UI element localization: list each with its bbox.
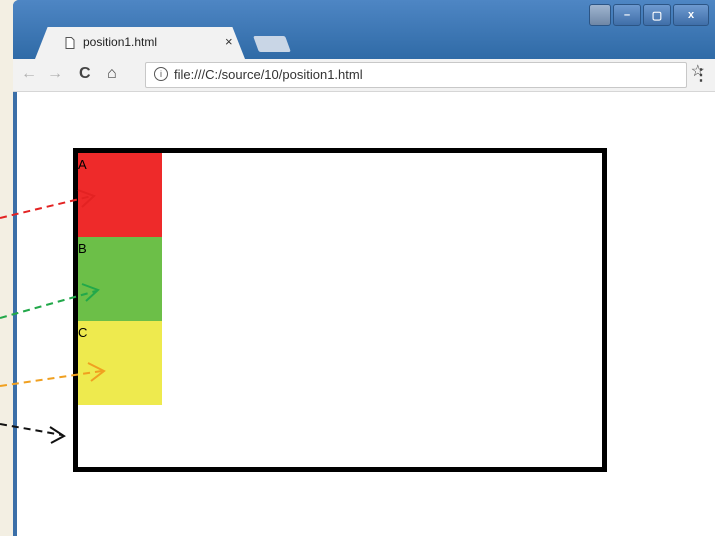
window-controls: – ▢ x xyxy=(589,4,709,26)
document-icon xyxy=(65,37,75,49)
maximize-button[interactable]: ▢ xyxy=(643,4,671,26)
tab-position1[interactable]: position1.html × xyxy=(35,27,245,59)
box-a-label: A xyxy=(78,157,87,172)
back-arrow-icon[interactable]: ← xyxy=(21,65,37,83)
close-button[interactable]: x xyxy=(673,4,709,26)
reload-icon[interactable]: C xyxy=(79,65,91,83)
address-bar[interactable]: i file:///C:/source/10/position1.html xyxy=(145,62,687,88)
url-text: file:///C:/source/10/position1.html xyxy=(174,67,363,82)
info-icon[interactable]: i xyxy=(154,67,168,81)
new-tab-button[interactable] xyxy=(253,36,291,52)
box-a: A xyxy=(78,153,162,237)
browser-toolbar: ← → C ⌂ i file:///C:/source/10/position1… xyxy=(13,59,715,92)
box-c: C xyxy=(78,321,162,405)
tab-close-icon[interactable]: × xyxy=(225,34,233,49)
tab-title: position1.html xyxy=(83,35,158,49)
box-c-label: C xyxy=(78,325,88,340)
minimize-button[interactable]: – xyxy=(613,4,641,26)
window-menu-button[interactable] xyxy=(589,4,611,26)
title-bar: position1.html × – ▢ x xyxy=(13,0,715,60)
menu-dots-icon[interactable]: ⋮ xyxy=(693,65,709,85)
box-b: B xyxy=(78,237,162,321)
forward-arrow-icon[interactable]: → xyxy=(47,65,63,83)
home-icon[interactable]: ⌂ xyxy=(107,65,117,83)
box-b-label: B xyxy=(78,241,87,256)
